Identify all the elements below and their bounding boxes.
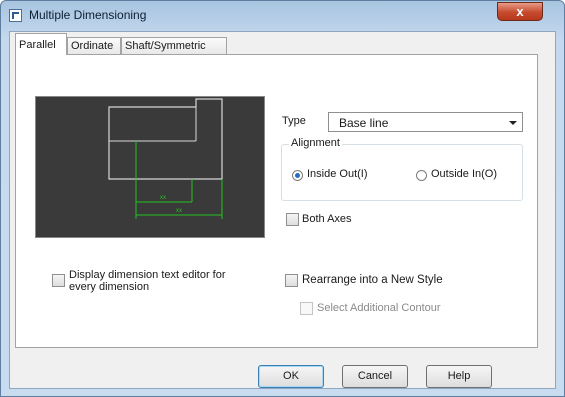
cancel-button[interactable]: Cancel [342,365,408,388]
preview-drawing: xx xx [108,98,223,219]
display-editor-label[interactable]: Display dimension text editor for every … [69,269,226,293]
outside-in-radio[interactable] [416,170,427,181]
app-icon [9,9,22,22]
rearrange-label[interactable]: Rearrange into a New Style [302,274,443,286]
window-title: Multiple Dimensioning [29,8,147,22]
dimension-preview: xx xx [35,96,265,238]
tab-shaft-symmetric[interactable]: Shaft/Symmetric [121,37,227,54]
display-editor-label-line2: every dimension [69,281,150,293]
ok-button[interactable]: OK [258,365,324,388]
dimension-text-1: xx [160,195,166,201]
select-contour-checkbox[interactable] [300,302,313,315]
outside-in-label[interactable]: Outside In(O) [431,168,497,180]
alignment-legend: Alignment [289,137,342,149]
inside-out-label[interactable]: Inside Out(I) [307,168,368,180]
inside-out-radio[interactable] [292,170,303,181]
chevron-down-icon [509,121,517,125]
help-button[interactable]: Help [426,365,492,388]
close-button[interactable]: x [497,2,543,21]
type-dropdown[interactable]: Base line [328,112,523,132]
tab-parallel[interactable]: Parallel [15,33,67,55]
both-axes-label[interactable]: Both Axes [302,213,352,225]
type-dropdown-value: Base line [339,116,389,130]
tab-ordinate[interactable]: Ordinate [67,37,121,54]
rearrange-checkbox[interactable] [285,274,298,287]
title-bar[interactable]: Multiple Dimensioning x [1,1,564,31]
dialog-window: Multiple Dimensioning x Parallel Ordinat… [0,0,565,397]
type-label: Type [282,115,306,127]
dimension-text-2: xx [176,208,182,214]
display-editor-checkbox[interactable] [52,274,65,287]
display-editor-label-line1: Display dimension text editor for [69,269,226,281]
part-outline [108,98,223,180]
both-axes-checkbox[interactable] [286,213,299,226]
select-contour-label[interactable]: Select Additional Contour [317,302,441,314]
